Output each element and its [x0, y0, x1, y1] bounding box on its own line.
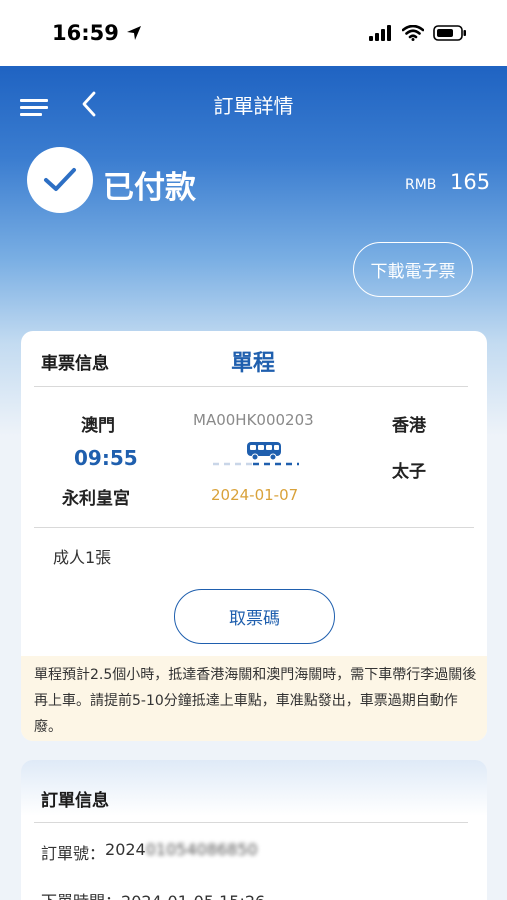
download-eticket-button[interactable]: 下載電子票 — [353, 242, 473, 297]
order-number: 2024 — [105, 840, 146, 859]
order-number-label: 訂單號： — [41, 844, 106, 863]
origin-stop: 永利皇宮 — [62, 489, 130, 509]
divider — [34, 527, 474, 528]
status-bar: 16:59 — [0, 0, 507, 66]
bus-icon — [247, 442, 281, 461]
passenger-count: 成人1張 — [53, 548, 112, 567]
check-icon — [44, 168, 76, 191]
status-time-group: 16:59 — [52, 21, 143, 45]
route-line — [213, 462, 299, 466]
nav-bar: 訂單詳情 — [0, 76, 507, 134]
order-detail-screen: 16:59 訂單詳情 已付款 RMB 165 下載電子票 車票信息 單程 澳門 … — [0, 0, 507, 900]
trip-type: 單程 — [231, 351, 276, 376]
origin-city: 澳門 — [81, 416, 115, 436]
ticket-info-card: 車票信息 單程 澳門 09:55 永利皇宮 MA00HK000203 2024-… — [21, 331, 487, 741]
payment-status: 已付款 — [103, 170, 196, 206]
location-arrow-icon — [126, 26, 141, 40]
order-info-card: 訂單信息 訂單號： 2024 01054086850 下單時間：2024-01-… — [21, 760, 487, 900]
destination-stop: 太子 — [392, 462, 426, 482]
ticket-section-label: 車票信息 — [41, 354, 109, 374]
departure-time: 09:55 — [74, 446, 138, 470]
paid-check-badge — [27, 147, 93, 213]
ticket-code: MA00HK000203 — [193, 411, 314, 429]
battery-icon — [433, 25, 466, 41]
signal-icon — [369, 25, 391, 41]
order-number-row: 訂單號： 2024 01054086850 — [41, 840, 258, 864]
pickup-code-button[interactable]: 取票碼 — [174, 589, 335, 644]
destination-city: 香港 — [392, 416, 426, 436]
page-title: 訂單詳情 — [213, 94, 294, 118]
order-number-blurred: 01054086850 — [145, 840, 258, 859]
travel-date: 2024-01-07 — [211, 486, 299, 504]
order-section-label: 訂單信息 — [41, 791, 109, 811]
order-time-row: 下單時間：2024-01-05 15:26 — [41, 888, 265, 900]
order-time-value: 2024-01-05 15:26 — [121, 892, 265, 900]
price-amount: 165 — [450, 170, 491, 194]
wifi-icon — [402, 25, 424, 41]
status-time: 16:59 — [52, 21, 119, 45]
divider — [34, 386, 468, 387]
price-currency: RMB — [405, 177, 437, 193]
order-time-label: 下單時間： — [41, 892, 121, 900]
status-icons — [369, 25, 467, 41]
divider — [34, 822, 468, 823]
travel-notice: 單程預計2.5個小時，抵達香港海關和澳門海關時，需下車帶行李過關後再上車。請提前… — [21, 656, 487, 741]
